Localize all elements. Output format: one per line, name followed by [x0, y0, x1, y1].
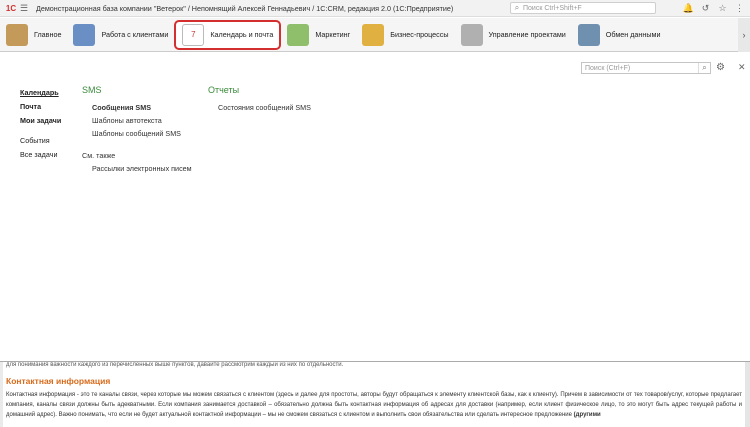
- business-processes-section-icon: [362, 23, 385, 46]
- link-autotext-templates[interactable]: Шаблоны автотекста: [82, 114, 212, 127]
- marketing-section-icon: [287, 23, 310, 46]
- reports-group: Отчеты Состояния сообщений SMS: [208, 85, 368, 114]
- menu-icon[interactable]: ☰: [18, 2, 30, 14]
- title-bar: 1С ☰ Демонстрационная база компании "Вет…: [0, 0, 750, 17]
- link-sms-messages[interactable]: Сообщения SMS: [82, 101, 212, 114]
- projects-section-icon: [460, 23, 483, 46]
- document-paragraph: Контактная информация - это те каналы св…: [6, 390, 742, 420]
- section-data-exchange[interactable]: Обмен данными: [572, 20, 667, 50]
- link-email-mailings[interactable]: Рассылки электронных писем: [82, 162, 212, 175]
- section-projects[interactable]: Управление проектами: [455, 20, 572, 50]
- clients-section-icon: [73, 23, 96, 46]
- section-main[interactable]: Главное: [0, 20, 67, 50]
- document-paragraph-text: Контактная информация - это те каналы св…: [6, 392, 742, 418]
- sms-group: SMS Сообщения SMS Шаблоны автотекста Шаб…: [82, 85, 212, 175]
- section-label: Управление проектами: [488, 30, 566, 39]
- link-sms-templates[interactable]: Шаблоны сообщений SMS: [82, 127, 212, 140]
- main-section-icon: [6, 23, 28, 46]
- section-label: Бизнес-процессы: [390, 30, 449, 39]
- see-also-heading: См. также: [82, 151, 116, 160]
- document-cut-line: для понимания важности каждого из перечи…: [6, 362, 344, 368]
- section-nav: Календарь Почта Мои задачи События Все з…: [20, 86, 80, 162]
- section-content: Поиск (Ctrl+F) ⌕ ⚙ ✕ Календарь Почта Мои…: [0, 53, 750, 362]
- document-heading: Контактная информация: [6, 376, 111, 386]
- more-icon[interactable]: ⋮: [733, 2, 746, 14]
- calendar-section-icon: 7: [182, 23, 205, 46]
- background-document: для понимания важности каждого из перечи…: [0, 362, 750, 427]
- app-logo: 1С: [5, 3, 17, 13]
- gear-icon[interactable]: ⚙: [716, 62, 728, 74]
- search-icon[interactable]: ⌕: [698, 63, 710, 73]
- nav-events[interactable]: События: [20, 134, 80, 148]
- sections-panel: Главное Работа с клиентами 7 Календарь и…: [0, 18, 750, 52]
- section-label: Главное: [34, 30, 62, 39]
- nav-all-tasks[interactable]: Все задачи: [20, 148, 80, 162]
- nav-mail[interactable]: Почта: [20, 100, 80, 114]
- global-search-placeholder: Поиск Ctrl+Shift+F: [523, 4, 582, 12]
- data-exchange-section-icon: [577, 23, 600, 46]
- link-sms-status-report[interactable]: Состояния сообщений SMS: [208, 101, 368, 114]
- reports-heading: Отчеты: [208, 85, 240, 95]
- close-icon[interactable]: ✕: [738, 62, 746, 73]
- section-search-placeholder: Поиск (Ctrl+F): [585, 64, 631, 72]
- section-calendar-mail[interactable]: 7 Календарь и почта: [174, 19, 282, 50]
- section-search-input[interactable]: Поиск (Ctrl+F) ⌕: [581, 62, 711, 74]
- star-icon[interactable]: ☆: [716, 2, 729, 14]
- search-icon: ⌕: [514, 3, 520, 12]
- sms-heading: SMS: [82, 85, 102, 95]
- document-paragraph-bold: (другими: [573, 412, 601, 418]
- history-icon[interactable]: ↺: [699, 2, 712, 14]
- section-clients[interactable]: Работа с клиентами: [67, 20, 174, 50]
- section-label: Календарь и почта: [210, 30, 274, 39]
- bell-icon[interactable]: 🔔: [682, 2, 695, 14]
- document-scrollbar[interactable]: [745, 362, 750, 427]
- global-search-input[interactable]: ⌕ Поиск Ctrl+Shift+F: [510, 2, 656, 14]
- window-title: Демонстрационная база компании "Ветерок"…: [36, 3, 454, 13]
- sections-scroll-right-icon[interactable]: ›: [738, 18, 750, 52]
- section-label: Обмен данными: [605, 30, 661, 39]
- section-label: Маркетинг: [315, 30, 351, 39]
- nav-my-tasks[interactable]: Мои задачи: [20, 114, 80, 128]
- section-marketing[interactable]: Маркетинг: [281, 20, 356, 50]
- nav-calendar[interactable]: Календарь: [20, 86, 80, 100]
- section-label: Работа с клиентами: [101, 30, 169, 39]
- section-business-processes[interactable]: Бизнес-процессы: [356, 20, 454, 50]
